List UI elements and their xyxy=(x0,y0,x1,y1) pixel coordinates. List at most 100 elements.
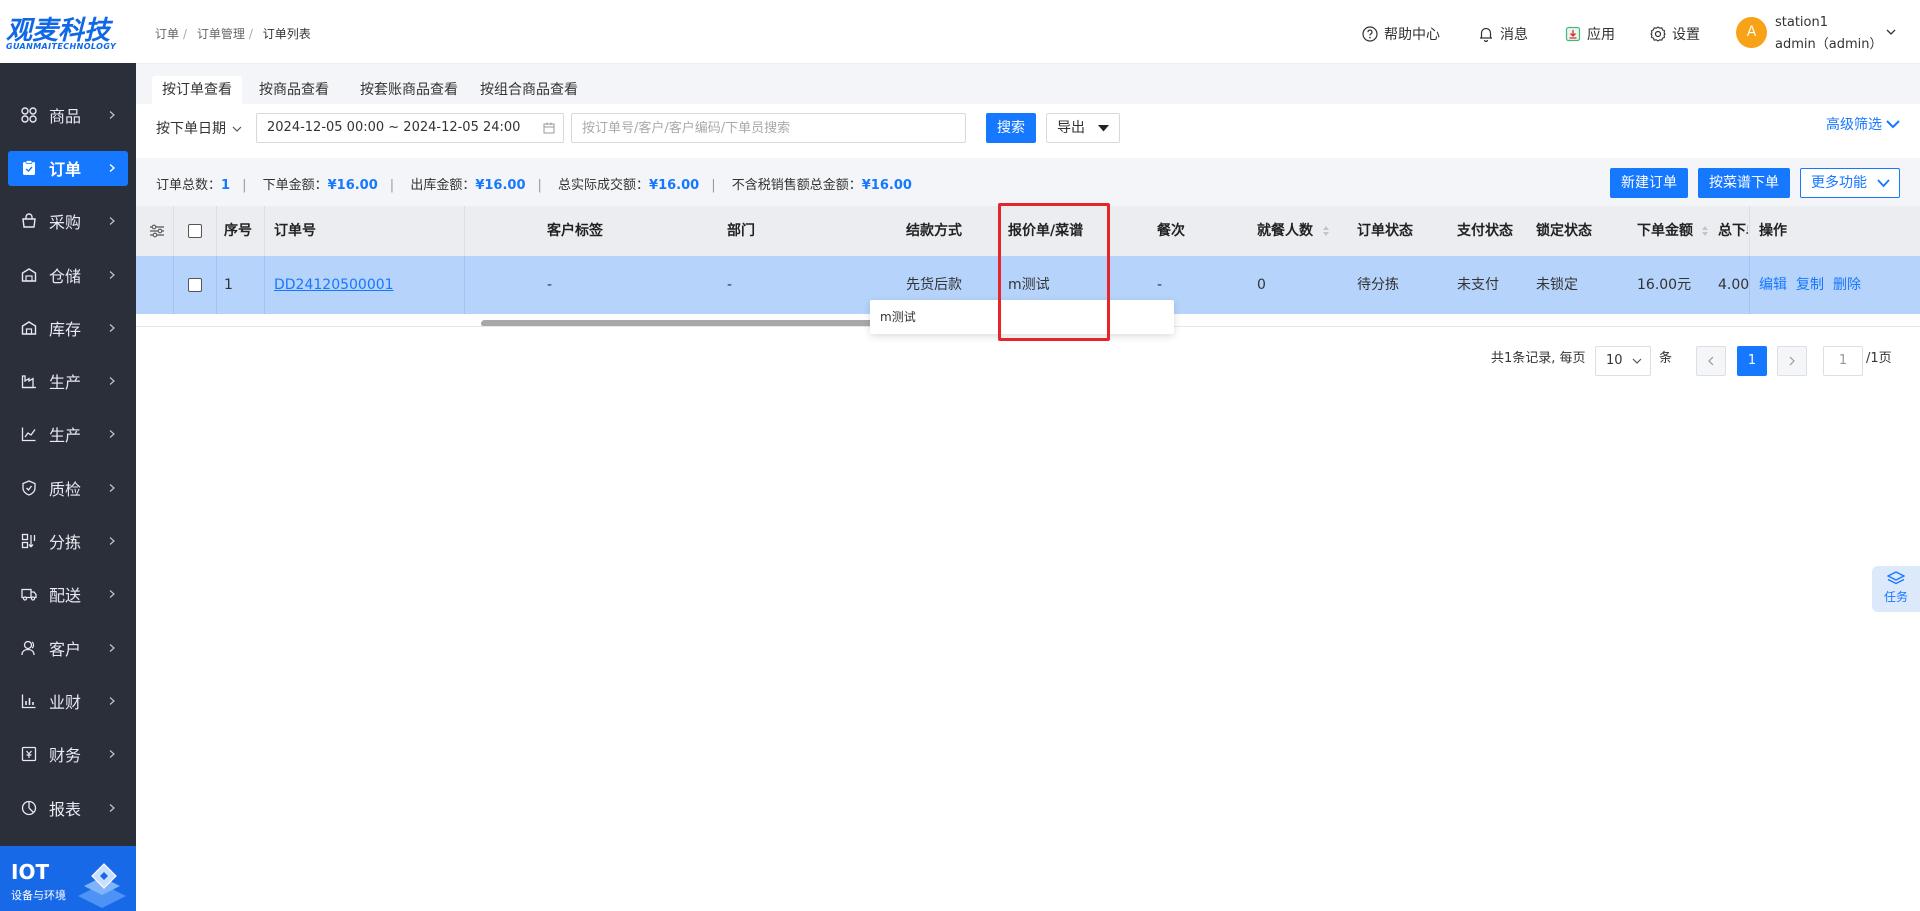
tab-by-order[interactable]: 按订单查看 xyxy=(152,76,242,104)
tab-by-product[interactable]: 按商品查看 xyxy=(249,76,339,104)
iot-banner[interactable]: IOT 设备与环境 xyxy=(0,846,136,911)
tab-by-combo-product[interactable]: 按组合商品查看 xyxy=(470,76,588,104)
chart-icon xyxy=(21,427,36,442)
row-checkbox[interactable] xyxy=(188,278,202,292)
sidebar-item-label: 质检 xyxy=(49,479,82,499)
search-input[interactable] xyxy=(571,113,966,143)
help-center-link[interactable]: 帮助中心 xyxy=(1362,24,1440,44)
sort-icon[interactable] xyxy=(1322,225,1330,237)
sidebar-item-purchase[interactable]: 采购 xyxy=(0,195,136,248)
copy-link[interactable]: 复制 xyxy=(1796,277,1824,293)
bell-icon xyxy=(1480,27,1492,42)
order-no-link[interactable]: DD24120500001 xyxy=(274,256,394,314)
advanced-filter-toggle[interactable]: 高级筛选 xyxy=(1826,114,1900,134)
sidebar-item-label: 客户 xyxy=(49,639,82,659)
sidebar-item-goods[interactable]: 商品 xyxy=(0,88,136,141)
page-number-current[interactable]: 1 xyxy=(1737,346,1767,376)
col-amount[interactable]: 下单金额 xyxy=(1637,206,1693,256)
sidebar-item-inventory[interactable]: 库存 xyxy=(0,301,136,354)
page-size-select[interactable]: 10 xyxy=(1595,346,1651,376)
view-tabs: 按订单查看 按商品查看 按套账商品查看 按组合商品查看 xyxy=(136,64,1920,104)
sidebar-item-label: 生产 xyxy=(49,373,82,393)
chevron-down-icon xyxy=(1632,358,1642,364)
chevron-down-icon[interactable] xyxy=(1886,27,1896,37)
export-button[interactable]: 导出 xyxy=(1046,113,1120,143)
pretax-amount-label: 不含税销售额总金额： xyxy=(731,178,862,193)
sidebar-item-sorting[interactable]: 分拣 xyxy=(0,514,136,567)
download-app-icon xyxy=(1565,26,1581,42)
settings-label: 设置 xyxy=(1672,27,1700,43)
filter-bar: 按下单日期 2024-12-05 00:00 ~ 2024-12-05 24:0… xyxy=(136,104,1920,158)
page-jump-input[interactable]: 1 xyxy=(1823,346,1863,376)
user-station[interactable]: station1 xyxy=(1775,15,1828,30)
chevron-left-icon xyxy=(1708,356,1714,366)
cell-seq: 1 xyxy=(224,277,233,293)
order-summary: 订单总数：1 | 下单金额：¥16.00 | 出库金额：¥16.00 | 总实际成交额… xyxy=(156,178,912,193)
sidebar-item-label: 财务 xyxy=(49,746,82,766)
cell-order-status: 待分拣 xyxy=(1357,277,1399,293)
sidebar-item-orders[interactable]: 订单 xyxy=(0,141,136,194)
iot-illustration-icon xyxy=(78,863,126,908)
sidebar-item-report[interactable]: 报表 xyxy=(0,781,136,834)
cell-dept: - xyxy=(727,277,733,293)
tab-by-account-product[interactable]: 按套账商品查看 xyxy=(350,76,468,104)
sidebar-item-finance[interactable]: 财务 xyxy=(0,728,136,781)
col-meal: 餐次 xyxy=(1157,223,1185,239)
sidebar-item-customer[interactable]: 客户 xyxy=(0,621,136,674)
warehouse-icon xyxy=(21,267,37,282)
sidebar-item-label: 业财 xyxy=(49,692,82,712)
sidebar-item-label: 采购 xyxy=(49,213,82,233)
chevron-right-icon xyxy=(109,643,115,652)
chevron-down-icon xyxy=(1877,179,1890,188)
column-settings-icon[interactable] xyxy=(149,224,165,238)
settings-link[interactable]: 设置 xyxy=(1650,24,1700,44)
date-range-picker[interactable]: 2024-12-05 00:00 ~ 2024-12-05 24:00 xyxy=(256,113,564,143)
chevron-right-icon xyxy=(1789,356,1795,366)
chevron-right-icon xyxy=(109,483,115,492)
pagination-summary: 共1条记录, 每页 xyxy=(1491,351,1586,366)
apps-link[interactable]: 应用 xyxy=(1565,24,1615,44)
col-diners[interactable]: 就餐人数 xyxy=(1257,206,1313,256)
new-order-button[interactable]: 新建订单 xyxy=(1610,168,1688,198)
avatar[interactable]: A xyxy=(1736,17,1767,48)
messages-link[interactable]: 消息 xyxy=(1478,24,1528,44)
sidebar-item-delivery[interactable]: 配送 xyxy=(0,568,136,621)
sidebar-item-business-finance[interactable]: 业财 xyxy=(0,674,136,727)
sidebar-item-quality[interactable]: 质检 xyxy=(0,461,136,514)
page-size-value: 10 xyxy=(1606,353,1623,368)
task-float-button[interactable]: 任务 xyxy=(1872,566,1920,612)
sidebar-item-label: 商品 xyxy=(49,106,82,126)
more-functions-label: 更多功能 xyxy=(1811,175,1867,191)
date-type-select[interactable]: 按下单日期 xyxy=(156,114,242,144)
breadcrumb-item[interactable]: 订单管理 xyxy=(197,27,245,41)
order-count-value: 1 xyxy=(221,178,231,193)
sort-icon[interactable] xyxy=(1701,225,1709,237)
delete-link[interactable]: 删除 xyxy=(1833,277,1861,293)
edit-link[interactable]: 编辑 xyxy=(1759,277,1787,293)
user-name[interactable]: admin（admin） xyxy=(1775,33,1882,52)
grid-icon xyxy=(21,106,37,123)
cell-ops: 编辑 复制 删除 xyxy=(1759,256,1870,314)
cart-icon xyxy=(22,213,36,228)
chevron-right-icon xyxy=(109,750,115,759)
breadcrumb-item[interactable]: 订单 xyxy=(155,27,179,41)
more-functions-button[interactable]: 更多功能 xyxy=(1800,168,1900,198)
menu-order-button[interactable]: 按菜谱下单 xyxy=(1698,168,1790,198)
logo[interactable]: 观麦科技 GUANMAITECHNOLOGY xyxy=(0,0,136,63)
caret-down-icon xyxy=(1098,125,1109,132)
sidebar-item-production-2[interactable]: 生产 xyxy=(0,408,136,461)
select-all-checkbox[interactable] xyxy=(188,224,202,238)
breadcrumb-current: 订单列表 xyxy=(262,27,311,41)
breadcrumb: 订单 / 订单管理 / 订单列表 xyxy=(155,27,311,41)
prev-page-button[interactable] xyxy=(1696,346,1726,376)
next-page-button[interactable] xyxy=(1777,346,1807,376)
chevron-right-icon xyxy=(109,163,116,172)
chevron-right-icon xyxy=(109,270,115,279)
factory-icon xyxy=(21,375,36,389)
sidebar-item-production[interactable]: 生产 xyxy=(0,354,136,407)
sort-icon xyxy=(21,533,36,549)
search-button[interactable]: 搜索 xyxy=(986,113,1036,143)
sidebar-item-warehouse[interactable]: 仓储 xyxy=(0,248,136,301)
inventory-icon xyxy=(21,321,37,335)
sidebar-item-label: 分拣 xyxy=(49,533,82,553)
